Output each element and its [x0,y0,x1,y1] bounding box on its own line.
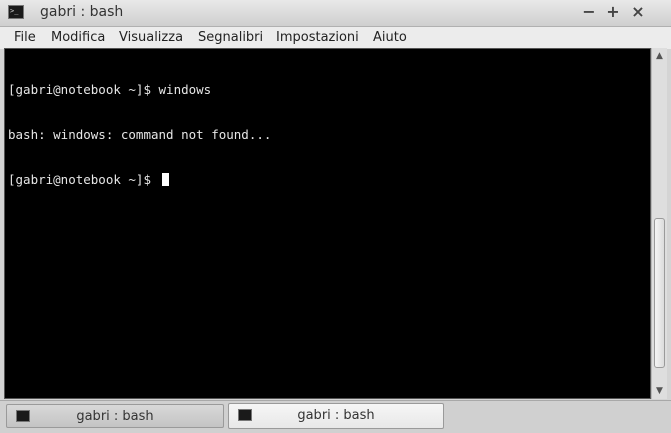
menu-segnalibri[interactable]: Segnalibri [198,30,263,45]
tab-session-1[interactable]: gabri : bash [6,404,224,428]
text-cursor [161,173,169,186]
terminal-line: [gabri@notebook ~]$ windows [8,82,212,97]
menu-file[interactable]: File [14,30,36,45]
window-title: gabri : bash [40,4,124,20]
tab-bar: gabri : bash gabri : bash [0,400,671,433]
terminal-output[interactable]: [gabri@notebook ~]$ windows bash: window… [4,48,651,399]
menu-impostazioni[interactable]: Impostazioni [276,30,359,45]
tab-session-2[interactable]: gabri : bash [228,403,444,429]
title-bar[interactable]: >_ gabri : bash − + × [0,0,671,27]
menu-modifica[interactable]: Modifica [51,30,105,45]
menu-bar: File Modifica Visualizza Segnalibri Impo… [0,27,671,49]
vertical-scrollbar[interactable]: ▲ ▼ [651,48,667,399]
tab-label: gabri : bash [76,409,154,424]
terminal-prompt: [gabri@notebook ~]$ [8,172,159,187]
arrow-up-icon[interactable]: ▲ [652,49,667,63]
terminal-line: bash: windows: command not found... [8,127,272,142]
scrollbar-thumb[interactable] [654,218,665,368]
terminal-icon[interactable]: >_ [8,5,24,19]
tab-label: gabri : bash [297,408,375,423]
terminal-prompt-line[interactable]: [gabri@notebook ~]$ [8,172,650,187]
menu-aiuto[interactable]: Aiuto [373,30,407,45]
close-button[interactable]: × [629,3,647,21]
menu-visualizza[interactable]: Visualizza [119,30,183,45]
maximize-button[interactable]: + [604,3,622,21]
minimize-button[interactable]: − [580,3,598,21]
arrow-down-icon[interactable]: ▼ [652,384,667,398]
